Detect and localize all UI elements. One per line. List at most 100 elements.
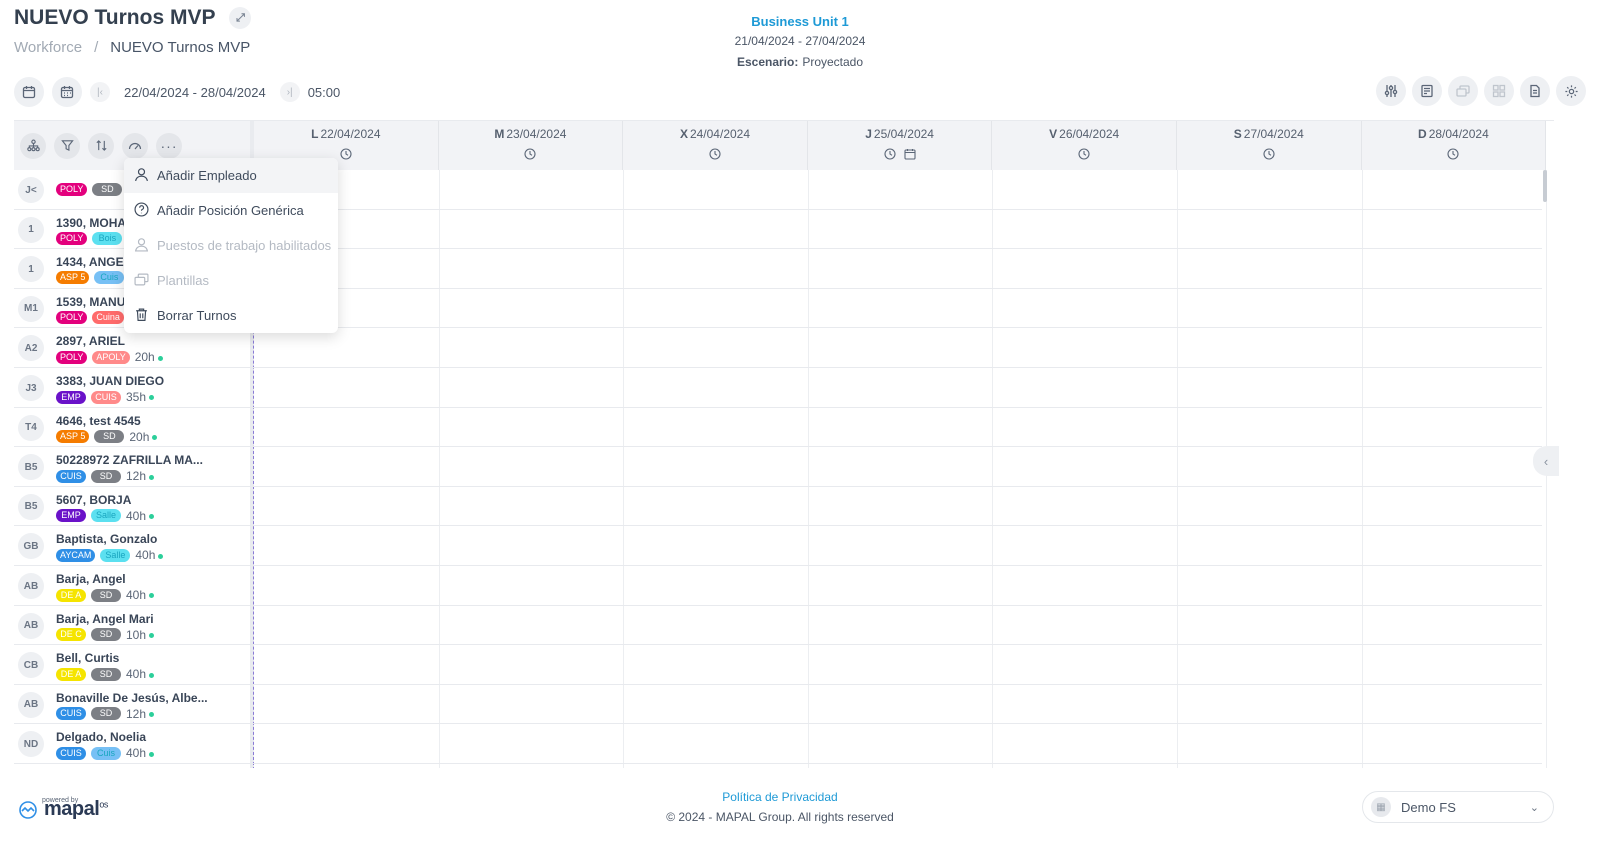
employee-info[interactable]: 1390, MOHAI POLY Bois xyxy=(56,216,129,245)
table-row[interactable] xyxy=(14,566,1542,606)
employee-info[interactable]: Delgado, Noelia CUIS Cuis 40h xyxy=(56,730,155,760)
contract-hours: 12h xyxy=(126,469,155,483)
unit-info: Business Unit 1 21/04/2024 - 27/04/2024 … xyxy=(640,14,960,69)
filters-sliders-icon[interactable] xyxy=(1376,76,1406,106)
employee-info[interactable]: Bonaville De Jesús, Albe... CUIS SD 12h xyxy=(56,691,208,721)
employee-tags: EMP CUIS 35h xyxy=(56,390,164,404)
employee-info[interactable]: 5607, BORJA EMP Salle 40h xyxy=(56,492,155,523)
table-row[interactable] xyxy=(14,724,1542,764)
role-tag: DE A xyxy=(56,667,86,681)
table-row[interactable] xyxy=(14,328,1542,368)
employee-name: Bonaville De Jesús, Albe... xyxy=(56,690,208,705)
mapal-logo: powered by mapalos xyxy=(18,797,108,821)
breadcrumb: Workforce / NUEVO Turnos MVP xyxy=(14,39,250,56)
role-tag: POLY xyxy=(56,183,88,196)
employee-info[interactable]: 3383, JUAN DIEGO EMP CUIS 35h xyxy=(56,374,164,404)
employee-info[interactable]: 4646, test 4545 ASP 5 SD 20h xyxy=(56,414,158,444)
clock-icon[interactable] xyxy=(884,147,896,165)
clock-icon[interactable] xyxy=(1263,147,1275,165)
employee-name: 5607, BORJA xyxy=(56,492,132,507)
employee-info[interactable]: Barja, Angel Mari DE C SD 10h xyxy=(56,612,155,642)
org-tree-icon[interactable] xyxy=(20,132,46,159)
table-row[interactable] xyxy=(14,368,1542,408)
role-tag: SD xyxy=(91,707,121,721)
avatar: AB xyxy=(18,573,44,599)
employee-info[interactable]: 50228972 ZAFRILLA MA... CUIS SD 12h xyxy=(56,453,203,483)
account-selector[interactable]: ▦ Demo FS ⌄ xyxy=(1362,791,1554,823)
grid-layout-icon[interactable] xyxy=(1484,76,1514,106)
calendar-day-icon[interactable] xyxy=(14,77,44,107)
table-row[interactable] xyxy=(14,606,1542,646)
account-name: Demo FS xyxy=(1401,799,1456,815)
role-tag: Cuis xyxy=(91,746,121,760)
clock-icon[interactable] xyxy=(1447,147,1459,165)
role-tag: POLY xyxy=(56,350,88,364)
table-row[interactable] xyxy=(14,645,1542,685)
table-row[interactable] xyxy=(14,487,1542,527)
more-options-icon[interactable]: ··· xyxy=(156,132,182,159)
table-row[interactable] xyxy=(14,408,1542,448)
status-dot xyxy=(149,672,155,678)
document-icon[interactable] xyxy=(1520,76,1550,106)
avatar: CB xyxy=(18,652,44,679)
avatar: B5 xyxy=(18,454,44,481)
vertical-scrollbar[interactable] xyxy=(1543,170,1547,202)
side-panel-toggle[interactable]: ‹ xyxy=(1533,446,1559,476)
day-date: 23/04/2024 xyxy=(506,127,567,141)
status-dot xyxy=(152,434,158,440)
right-toolbar xyxy=(1376,76,1586,106)
table-row[interactable] xyxy=(14,526,1542,566)
role-tag: Salle xyxy=(91,509,121,523)
menu-item-label: Añadir Posición Genérica xyxy=(157,203,304,218)
role-tag: POLY xyxy=(56,310,88,324)
employee-info[interactable]: 2897, ARIEL POLY APOLY 20h xyxy=(56,334,163,364)
table-row[interactable] xyxy=(14,447,1542,487)
avatar: M1 xyxy=(18,295,44,322)
templates-icon[interactable] xyxy=(1448,76,1478,106)
employee-info[interactable]: 1539, MANUE POLY Cuina xyxy=(56,295,133,324)
employee-info[interactable]: Baptista, Gonzalo AYCAM Salle 40h xyxy=(56,532,164,562)
date-range[interactable]: 22/04/2024 - 28/04/2024 xyxy=(124,85,266,100)
sort-icon[interactable] xyxy=(88,132,114,159)
clock-icon[interactable] xyxy=(709,147,721,165)
employee-tags: DE A SD 40h xyxy=(56,667,155,681)
report-icon[interactable] xyxy=(1412,76,1442,106)
escenario-label: Escenario: xyxy=(736,55,799,69)
role-tag: SD xyxy=(91,469,121,483)
calendar-clock-icon[interactable] xyxy=(904,147,916,165)
prev-week-icon[interactable]: |‹ xyxy=(90,82,110,102)
status-dot xyxy=(149,632,155,638)
hours-value: 20h xyxy=(129,429,150,444)
calendar-week-icon[interactable] xyxy=(52,77,82,107)
privacy-link[interactable]: Política de Privacidad xyxy=(600,790,960,804)
breadcrumb-workforce[interactable]: Workforce xyxy=(14,39,82,56)
day-letter: J xyxy=(865,127,872,141)
day-icons xyxy=(808,147,992,165)
filter-icon[interactable] xyxy=(54,132,80,159)
expand-icon[interactable]: ⤢ xyxy=(229,7,252,29)
employee-info[interactable]: 1434, ANGEL ASP 5 Cuis xyxy=(56,255,131,285)
employee-info[interactable]: POLY SD xyxy=(56,181,123,196)
menu-item-puestos-de-trabajo-habilitados: Puestos de trabajo habilitados xyxy=(124,228,338,263)
settings-gear-icon[interactable] xyxy=(1556,76,1586,106)
hours-value: 10h xyxy=(126,627,147,642)
status-dot xyxy=(149,474,155,480)
menu-item-añadir-posición-genérica[interactable]: Añadir Posición Genérica xyxy=(124,193,338,228)
contract-hours: 40h xyxy=(135,548,164,562)
employee-info[interactable]: Bell, Curtis DE A SD 40h xyxy=(56,651,155,681)
templates-icon xyxy=(134,272,149,290)
day-icons xyxy=(439,147,623,165)
table-row[interactable] xyxy=(14,685,1542,725)
menu-item-borrar-turnos[interactable]: Borrar Turnos xyxy=(124,298,338,333)
employee-info[interactable]: Barja, Angel DE A SD 40h xyxy=(56,572,155,602)
employee-tags: POLY SD xyxy=(56,183,123,196)
next-week-icon[interactable]: ›| xyxy=(279,82,300,102)
menu-item-añadir-empleado[interactable]: Añadir Empleado xyxy=(124,158,338,193)
employee-tags: CUIS Cuis 40h xyxy=(56,746,155,760)
gauge-icon[interactable] xyxy=(122,132,148,159)
clock-icon[interactable] xyxy=(1078,147,1090,165)
clock-icon[interactable] xyxy=(524,147,536,165)
menu-item-label: Plantillas xyxy=(157,273,210,288)
day-icons xyxy=(992,147,1176,165)
clock-icon[interactable] xyxy=(340,147,352,165)
